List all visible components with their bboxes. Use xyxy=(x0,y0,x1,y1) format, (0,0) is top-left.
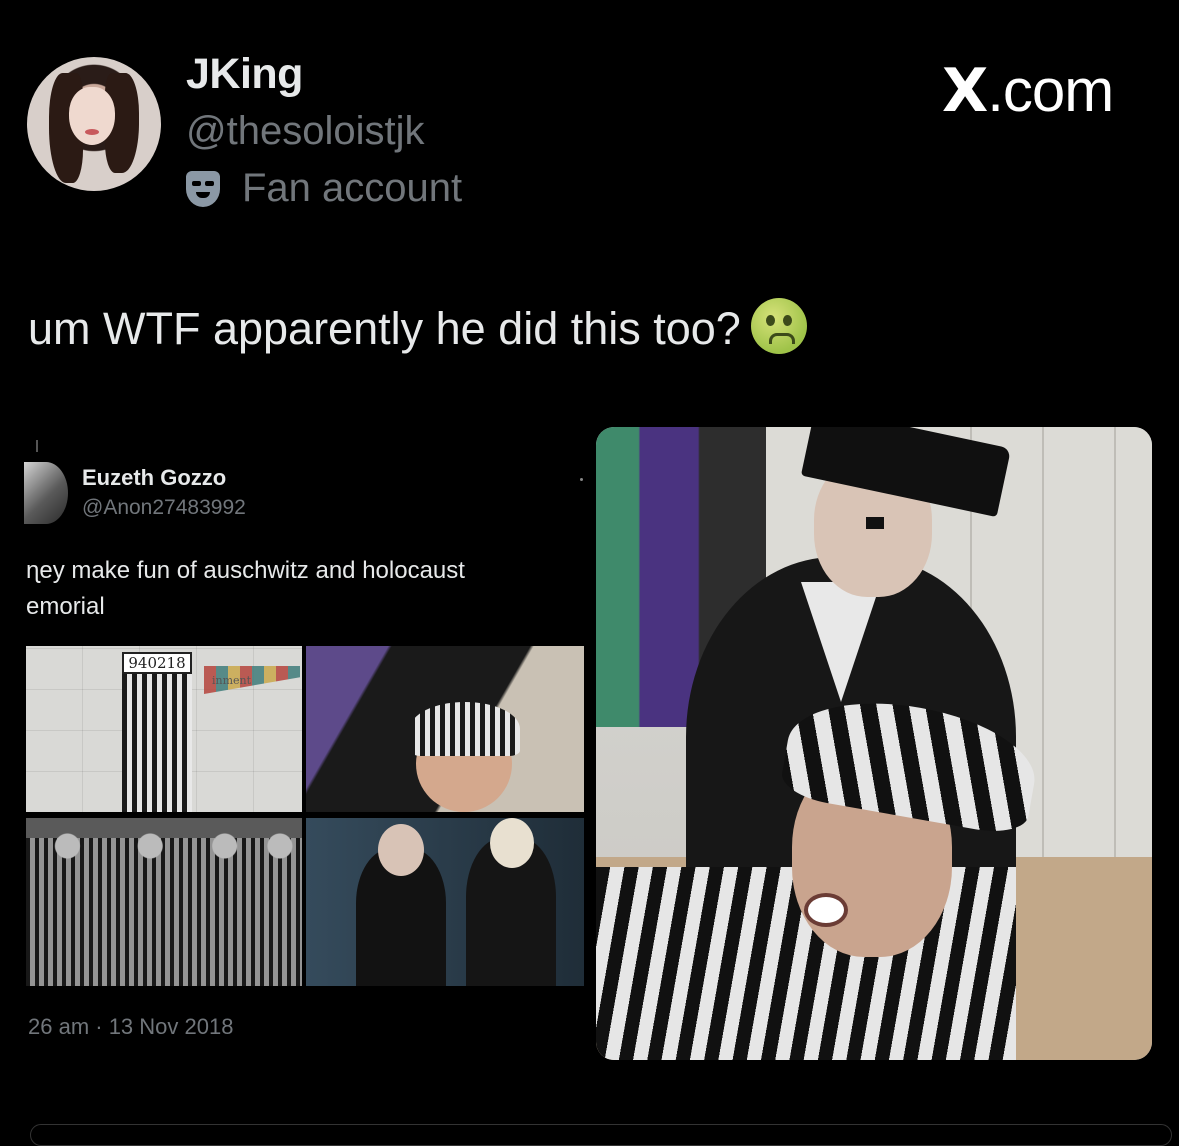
user-handle[interactable]: @thesoloistjk xyxy=(186,109,424,154)
avatar-face xyxy=(69,87,115,145)
media-prisoner-costume: 940218 inment xyxy=(26,646,302,812)
divider xyxy=(36,440,38,452)
face xyxy=(378,824,424,876)
avatar-lips xyxy=(85,129,99,135)
display-name[interactable]: JKing xyxy=(186,50,303,99)
theater-mask-icon xyxy=(186,170,220,207)
quoted-avatar xyxy=(24,462,68,524)
striped-figure xyxy=(122,670,192,812)
nauseated-face-emoji xyxy=(750,298,807,354)
quoted-text: ɳey make fun of auschwitz and holocaust … xyxy=(26,553,586,625)
open-mouth xyxy=(804,893,848,927)
mustache xyxy=(866,517,884,529)
more-dot xyxy=(580,478,583,481)
face xyxy=(490,818,534,868)
brand-watermark: X.com xyxy=(942,56,1114,126)
tweet-body: um WTF apparently he did this too? xyxy=(28,303,741,354)
quoted-handle: @Anon27483992 xyxy=(82,496,246,519)
striped-cap xyxy=(410,702,520,756)
profile-avatar[interactable] xyxy=(27,57,161,191)
media-costume-selfie xyxy=(306,646,584,812)
x-logo-icon: X xyxy=(942,56,988,126)
tweet-text: um WTF apparently he did this too? xyxy=(28,298,807,355)
banner-text: inment xyxy=(212,674,252,687)
reply-box-edge xyxy=(30,1124,1172,1146)
quoted-timestamp: 26 am · 13 Nov 2018 xyxy=(28,1014,234,1039)
quoted-display-name: Euzeth Gozzo xyxy=(82,465,227,490)
media-historical-photo xyxy=(26,818,302,986)
brand-suffix: .com xyxy=(987,57,1114,124)
number-sign: 940218 xyxy=(122,652,192,674)
media-suit-photo xyxy=(306,818,584,986)
affiliation-label: Fan account xyxy=(186,166,462,211)
affiliation-text: Fan account xyxy=(242,166,463,210)
attached-photo[interactable] xyxy=(596,427,1152,1060)
quoted-media-grid: 940218 inment xyxy=(26,646,584,986)
quoted-text-line: ɳey make fun of auschwitz and holocaust xyxy=(26,557,465,584)
quoted-text-line: emorial xyxy=(26,593,105,620)
faces xyxy=(26,826,302,866)
